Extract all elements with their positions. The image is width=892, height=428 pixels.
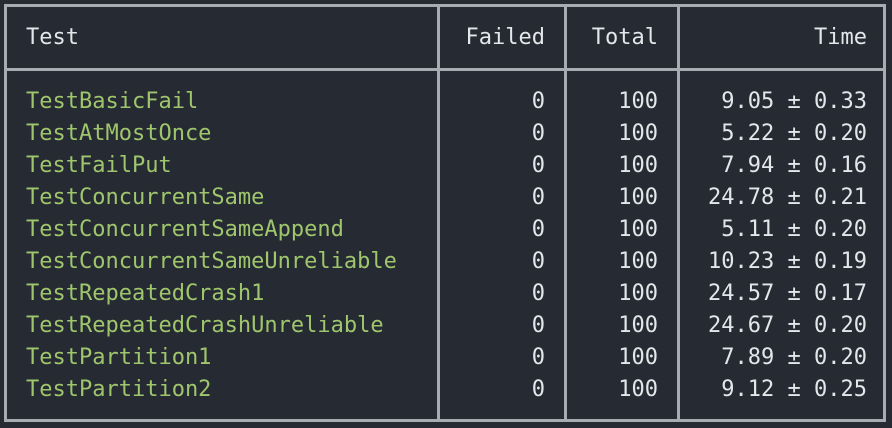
failed-count-cell: 0	[531, 377, 545, 402]
column-divider	[564, 71, 567, 422]
header-divider	[4, 68, 886, 71]
failed-count-cell: 0	[531, 345, 545, 370]
time-cell: 7.94 ± 0.16	[721, 153, 867, 178]
test-name-cell: TestRepeatedCrashUnreliable	[26, 313, 384, 338]
total-count-cell: 100	[618, 377, 658, 402]
total-count-cell: 100	[618, 153, 658, 178]
time-cell: 9.12 ± 0.25	[721, 377, 867, 402]
total-count-cell: 100	[618, 281, 658, 306]
test-name-cell: TestRepeatedCrash1	[26, 281, 265, 306]
failed-count-cell: 0	[531, 89, 545, 114]
time-cell: 24.57 ± 0.17	[708, 281, 867, 306]
time-cell: 24.67 ± 0.20	[708, 313, 867, 338]
column-divider	[677, 71, 680, 422]
column-divider	[437, 4, 440, 68]
time-cell: 9.05 ± 0.33	[721, 89, 867, 114]
time-cell: 5.22 ± 0.20	[721, 121, 867, 146]
column-divider	[677, 4, 680, 68]
total-count-cell: 100	[618, 185, 658, 210]
test-name-cell: TestPartition1	[26, 345, 212, 370]
test-name-cell: TestConcurrentSameAppend	[26, 217, 344, 242]
column-divider	[437, 71, 440, 422]
failed-count-cell: 0	[531, 313, 545, 338]
column-header-time: Time	[814, 25, 867, 50]
failed-count-cell: 0	[531, 249, 545, 274]
failed-count-cell: 0	[531, 121, 545, 146]
column-header-test: Test	[26, 25, 79, 50]
time-cell: 5.11 ± 0.20	[721, 217, 867, 242]
total-count-cell: 100	[618, 121, 658, 146]
column-header-total: Total	[591, 25, 658, 50]
column-header-failed: Failed	[465, 25, 545, 50]
test-name-cell: TestPartition2	[26, 377, 212, 402]
failed-count-cell: 0	[531, 217, 545, 242]
time-cell: 10.23 ± 0.19	[708, 249, 867, 274]
total-count-cell: 100	[618, 345, 658, 370]
failed-count-cell: 0	[531, 153, 545, 178]
failed-count-cell: 0	[531, 281, 545, 306]
test-name-cell: TestConcurrentSame	[26, 185, 265, 210]
test-name-cell: TestConcurrentSameUnreliable	[26, 249, 397, 274]
column-divider	[564, 4, 567, 68]
total-count-cell: 100	[618, 313, 658, 338]
failed-count-cell: 0	[531, 185, 545, 210]
total-count-cell: 100	[618, 89, 658, 114]
time-cell: 24.78 ± 0.21	[708, 185, 867, 210]
time-cell: 7.89 ± 0.20	[721, 345, 867, 370]
total-count-cell: 100	[618, 249, 658, 274]
test-name-cell: TestAtMostOnce	[26, 121, 212, 146]
test-name-cell: TestBasicFail	[26, 89, 199, 114]
test-name-cell: TestFailPut	[26, 153, 172, 178]
total-count-cell: 100	[618, 217, 658, 242]
